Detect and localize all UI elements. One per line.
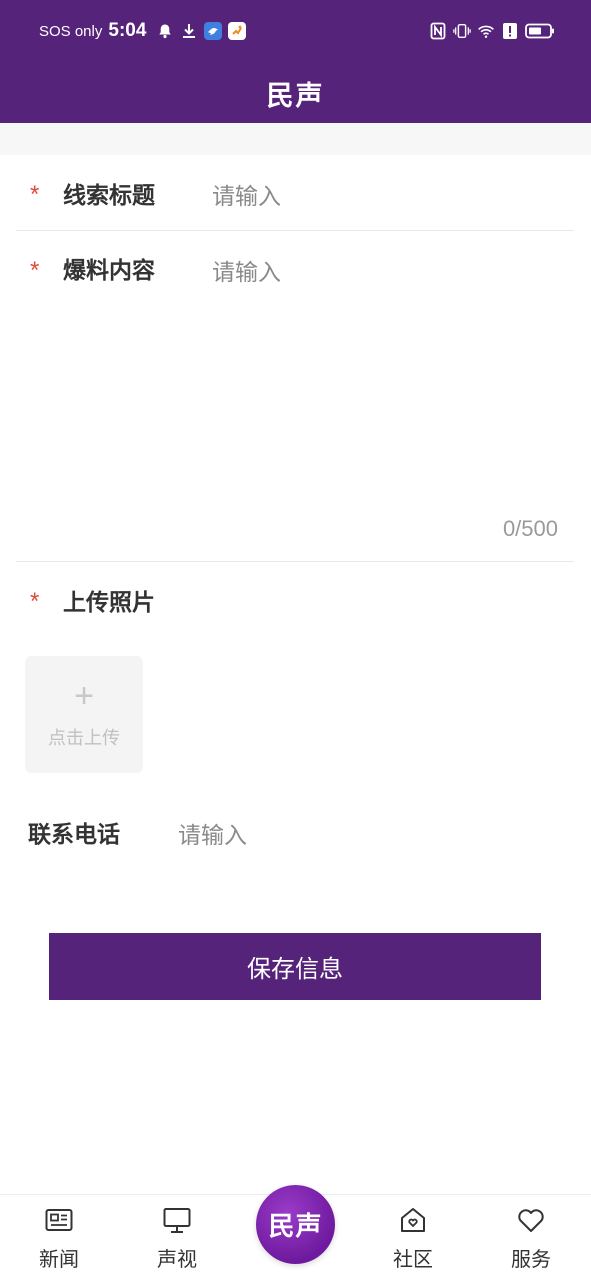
required-mark: * (30, 181, 40, 208)
nfc-icon (429, 22, 447, 40)
required-mark: * (30, 257, 40, 284)
content-field-row[interactable]: * 爆料内容 请输入 (16, 231, 574, 561)
bird-app-icon (204, 22, 223, 40)
signal-alert-icon (501, 22, 519, 40)
tab-minsheng[interactable]: 民声 (256, 1185, 335, 1264)
phone-field-label: 联系电话 (28, 822, 120, 848)
bell-icon (156, 22, 174, 40)
bottom-tab-bar: 新闻 声视 民声 社区 服务 (0, 1185, 591, 1280)
header-spacer (0, 123, 591, 155)
content-field-label: 爆料内容 (63, 258, 155, 284)
phone-input[interactable]: 请输入 (178, 816, 247, 850)
tab-news[interactable]: 新闻 (19, 1205, 99, 1272)
phone-field-row[interactable]: 联系电话 请输入 (16, 795, 574, 865)
status-left: SOS only 5:04 (39, 20, 247, 42)
tab-community[interactable]: 社区 (373, 1205, 453, 1272)
runner-app-icon (228, 22, 247, 40)
photo-field-label: 上传照片 (63, 590, 155, 616)
monitor-icon (162, 1205, 192, 1235)
app-header: 民声 (0, 66, 591, 123)
wifi-icon (477, 22, 495, 40)
tab-label: 服务 (511, 1247, 551, 1271)
content-textarea[interactable]: 请输入 (212, 253, 281, 287)
title-field-label: 线索标题 (63, 183, 155, 209)
news-icon (44, 1205, 74, 1235)
battery-icon (525, 22, 555, 40)
vibrate-icon (453, 22, 471, 40)
tab-label: 社区 (393, 1247, 433, 1271)
tab-label: 声视 (157, 1247, 197, 1271)
title-field-row[interactable]: * 线索标题 请输入 (16, 155, 574, 230)
save-button[interactable]: 保存信息 (49, 933, 541, 1000)
tab-label: 新闻 (39, 1247, 79, 1271)
clock-time: 5:04 (108, 20, 147, 41)
tab-video[interactable]: 声视 (137, 1205, 217, 1272)
upload-label: 点击上传 (48, 728, 120, 749)
required-mark: * (30, 588, 40, 615)
upload-photo-button[interactable]: + 点击上传 (25, 656, 143, 773)
download-icon (180, 22, 198, 40)
status-right (429, 22, 555, 40)
community-home-icon (398, 1205, 428, 1235)
title-input[interactable]: 请输入 (212, 177, 281, 211)
heart-icon (516, 1205, 546, 1235)
char-counter: 0/500 (502, 516, 558, 541)
status-bar: SOS only 5:04 (0, 0, 591, 66)
carrier-text: SOS only (39, 22, 103, 40)
photo-field-row: * 上传照片 (16, 562, 574, 642)
plus-icon: + (74, 677, 94, 715)
page-title: 民声 (266, 81, 325, 112)
tab-service[interactable]: 服务 (491, 1205, 571, 1272)
